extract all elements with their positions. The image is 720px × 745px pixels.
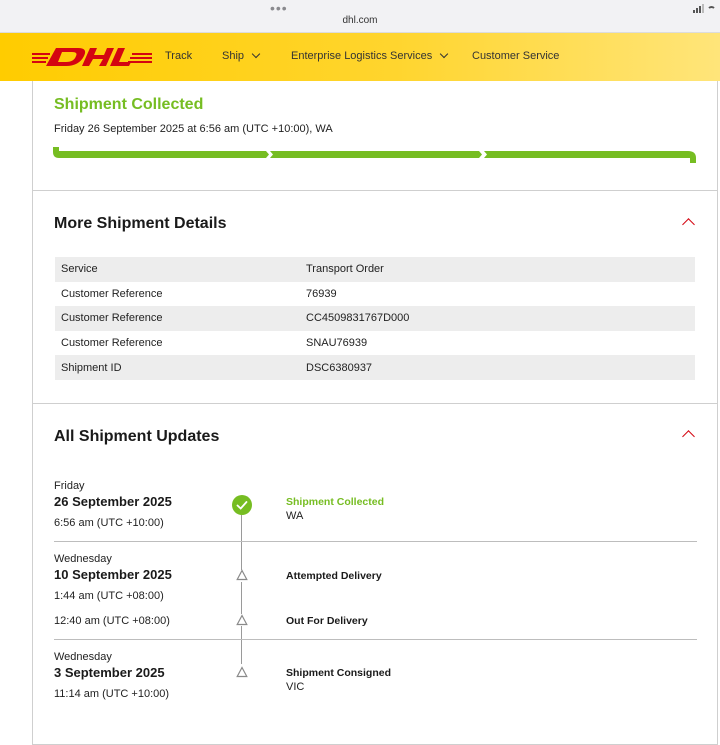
dhl-logo[interactable] — [32, 46, 152, 68]
divider — [54, 639, 697, 640]
status-title: Shipment Collected — [54, 96, 204, 113]
nav-enterprise-label: Enterprise Logistics Services — [291, 50, 433, 62]
details-row: Customer Reference SNAU76939 — [55, 331, 695, 356]
update-weekday: Wednesday — [54, 553, 112, 565]
nav-track-label: Track — [165, 50, 193, 62]
top-navigation: Track Ship Enterprise Logistics Services… — [0, 33, 720, 81]
details-table: Service Transport Order Customer Referenc… — [55, 257, 695, 380]
details-key: Customer Reference — [61, 312, 163, 325]
shipment-updates-panel: All Shipment Updates Friday 26 September… — [32, 404, 718, 745]
timeline-line — [241, 650, 242, 664]
collapse-chevron-up-icon[interactable] — [682, 218, 695, 231]
update-time: 6:56 am (UTC +10:00) — [54, 517, 164, 529]
shipment-details-panel: More Shipment Details Service Transport O… — [32, 191, 718, 404]
update-date: 3 September 2025 — [54, 665, 165, 680]
update-event-title: Shipment Consigned — [286, 667, 391, 679]
details-value: DSC6380937 — [306, 361, 373, 374]
divider — [54, 541, 697, 542]
details-value: SNAU76939 — [306, 337, 368, 350]
timeline-line — [241, 582, 242, 614]
update-time: 11:14 am (UTC +10:00) — [54, 688, 170, 700]
details-value: Transport Order — [306, 263, 384, 276]
signal-icon — [693, 4, 704, 13]
details-title: More Shipment Details — [54, 215, 227, 232]
update-location: VIC — [286, 681, 305, 693]
details-row: Shipment ID DSC6380937 — [55, 355, 695, 380]
chevron-down-icon — [251, 49, 261, 59]
browser-menu-dots[interactable]: ••• — [270, 1, 288, 15]
collapse-chevron-up-icon[interactable] — [682, 430, 695, 443]
nav-ship-label: Ship — [222, 50, 245, 62]
details-key: Service — [61, 263, 98, 276]
browser-bar: ••• dhl.com — [0, 0, 720, 33]
details-key: Customer Reference — [61, 287, 163, 300]
update-time: 12:40 am (UTC +08:00) — [54, 615, 170, 627]
timeline-line — [241, 515, 242, 570]
details-key: Shipment ID — [61, 361, 122, 374]
details-row: Customer Reference CC4509831767D000 — [55, 306, 695, 331]
triangle-marker-icon — [236, 569, 248, 581]
update-location: WA — [286, 510, 304, 522]
checkmark-icon — [232, 495, 252, 515]
update-weekday: Friday — [54, 480, 85, 492]
shipment-status-panel: Shipment Collected Friday 26 September 2… — [32, 81, 718, 191]
triangle-marker-icon — [236, 666, 248, 678]
update-event-title: Attempted Delivery — [286, 570, 382, 582]
chevron-down-icon — [439, 49, 449, 59]
updates-title: All Shipment Updates — [54, 428, 220, 445]
update-date: 10 September 2025 — [54, 567, 172, 582]
update-time: 1:44 am (UTC +08:00) — [54, 590, 164, 602]
details-row: Customer Reference 76939 — [55, 282, 695, 307]
details-value: 76939 — [306, 287, 337, 300]
wifi-icon — [707, 6, 716, 13]
update-date: 26 September 2025 — [54, 494, 172, 509]
update-event-title: Shipment Collected — [286, 496, 385, 508]
nav-track[interactable]: Track — [165, 50, 192, 62]
details-key: Customer Reference — [61, 337, 163, 350]
status-date: Friday 26 September 2025 at 6:56 am (UTC… — [54, 123, 333, 135]
update-event-title: Out For Delivery — [286, 615, 368, 627]
triangle-marker-icon — [236, 614, 248, 626]
nav-ship[interactable]: Ship — [222, 49, 261, 62]
update-weekday: Wednesday — [54, 651, 112, 663]
details-row: Service Transport Order — [55, 257, 695, 282]
nav-customer-service-label: Customer Service — [472, 50, 560, 62]
nav-enterprise-logistics[interactable]: Enterprise Logistics Services — [291, 49, 449, 62]
address-bar-url[interactable]: dhl.com — [0, 15, 720, 26]
status-icons — [693, 4, 716, 13]
progress-bar — [53, 147, 696, 163]
details-value: CC4509831767D000 — [306, 312, 410, 325]
nav-customer-service[interactable]: Customer Service — [472, 50, 559, 62]
